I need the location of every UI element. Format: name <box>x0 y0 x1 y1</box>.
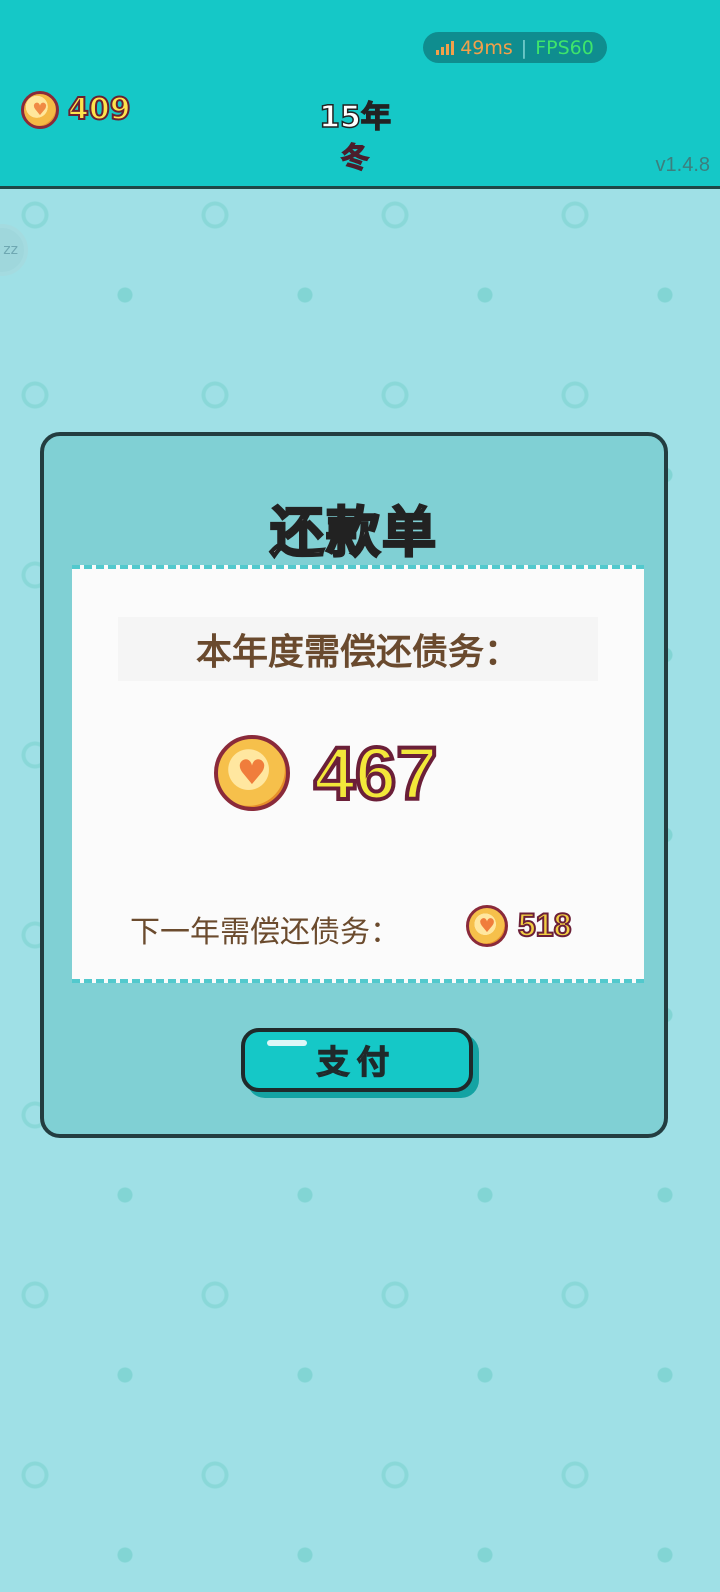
top-bar: 49ms | FPS60 ♥ 409 15年 冬 v1.4.8 <box>0 0 720 189</box>
sleep-icon: zz <box>3 242 18 258</box>
pay-button[interactable]: 支付 <box>241 1028 473 1092</box>
this-year-debt-label: 本年度需偿还债务： <box>118 617 598 681</box>
sleep-button[interactable]: zz <box>0 224 28 276</box>
heart-coin-icon: ♥ <box>21 91 59 129</box>
next-year-debt-amount: 518 <box>517 906 572 944</box>
button-gloss <box>267 1040 307 1046</box>
fps-text: FPS60 <box>535 36 594 59</box>
season-label: 冬 <box>340 140 369 174</box>
this-year-debt-amount: 467 <box>312 730 439 817</box>
dialog-title: 还款单 <box>269 500 438 566</box>
receipt-panel: 本年度需偿还债务： ♥ 467 下一年需偿还债务： ♥ 518 <box>72 565 644 983</box>
heart-coin-icon: ♥ <box>214 735 290 811</box>
pay-button-label: 支付 <box>316 1042 397 1082</box>
next-year-debt-label: 下一年需偿还债务： <box>130 915 400 950</box>
coin-balance: 409 <box>67 91 132 128</box>
signal-bars-icon <box>436 40 455 55</box>
heart-coin-icon: ♥ <box>466 905 508 947</box>
status-separator: | <box>520 36 528 59</box>
repayment-dialog: 还款单 本年度需偿还债务： ♥ 467 下一年需偿还债务： ♥ 518 支付 <box>40 432 668 1138</box>
version-label: v1.4.8 <box>655 154 710 176</box>
network-status: 49ms | FPS60 <box>423 32 607 63</box>
ping-text: 49ms <box>460 36 513 59</box>
year-label: 15年 <box>318 99 391 136</box>
